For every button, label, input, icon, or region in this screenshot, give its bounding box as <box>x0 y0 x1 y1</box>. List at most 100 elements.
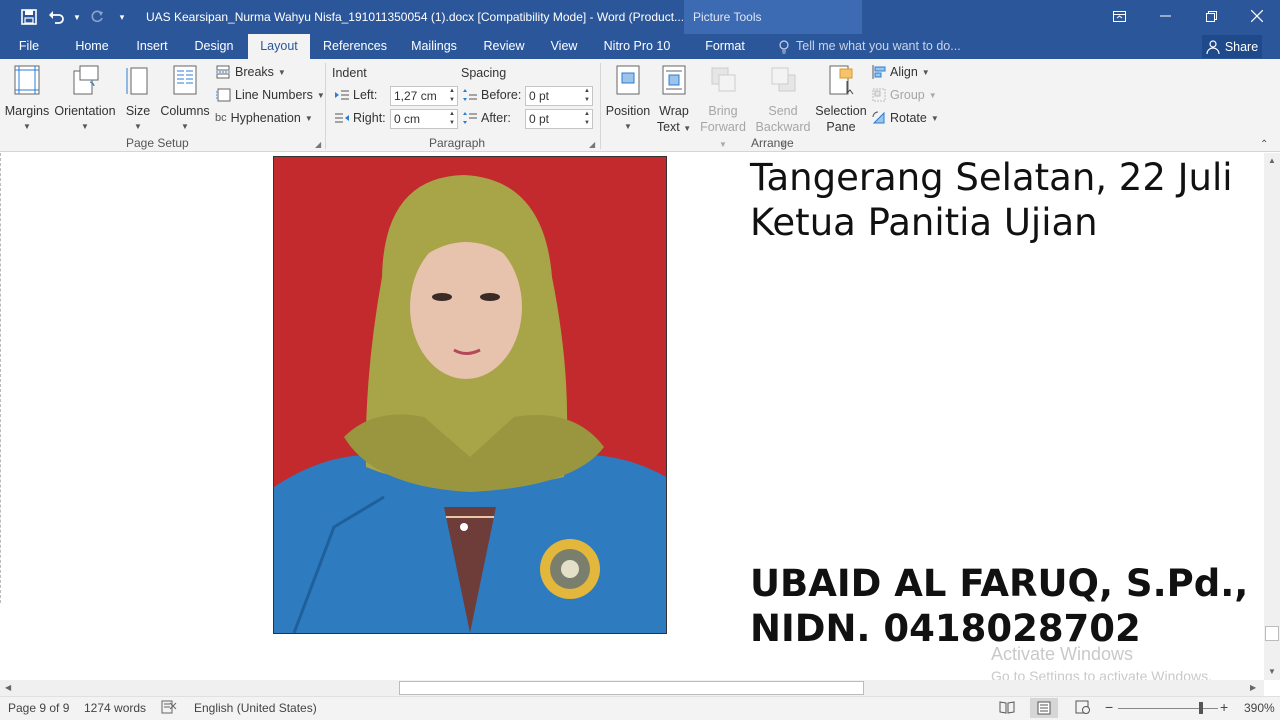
tab-file[interactable]: File <box>10 34 48 59</box>
tab-review[interactable]: Review <box>476 34 532 59</box>
wrap-text-button[interactable]: Wrap Text ▼ <box>654 65 694 137</box>
chevron-down-icon: ▼ <box>23 122 31 131</box>
language-indicator[interactable]: English (United States) <box>194 701 317 715</box>
selection-pane-label-2: Pane <box>826 120 856 134</box>
orientation-icon <box>73 65 99 95</box>
scroll-down-icon[interactable]: ▼ <box>1268 667 1276 676</box>
orientation-button[interactable]: Orientation ▼ <box>54 65 116 135</box>
line-numbers-button[interactable]: Line Numbers ▼ <box>215 88 325 102</box>
margins-button[interactable]: Margins ▼ <box>4 65 50 135</box>
redo-icon[interactable] <box>83 2 111 32</box>
proofing-icon[interactable] <box>161 700 177 717</box>
tab-nitro-pro[interactable]: Nitro Pro 10 <box>596 34 678 59</box>
group-label: Group <box>890 88 925 102</box>
tab-design[interactable]: Design <box>184 34 244 59</box>
undo-icon[interactable] <box>43 2 71 32</box>
zoom-out-icon[interactable]: − <box>1105 699 1113 715</box>
zoom-slider-thumb[interactable] <box>1199 702 1203 714</box>
position-button[interactable]: Position ▼ <box>604 65 652 135</box>
share-button[interactable]: Share <box>1202 35 1262 58</box>
ribbon-tabs: File Home Insert Design Layout Reference… <box>0 34 1280 59</box>
ribbon-display-options-icon[interactable] <box>1096 0 1142 32</box>
chevron-down-icon: ▼ <box>316 90 325 100</box>
chevron-down-icon: ▼ <box>624 122 632 131</box>
tab-references[interactable]: References <box>318 34 392 59</box>
indent-right-input[interactable]: 0 cm ▲ ▼ <box>390 109 458 129</box>
orientation-label: Orientation <box>54 104 116 118</box>
spacing-before-input[interactable]: 0 pt ▲ ▼ <box>525 86 593 106</box>
columns-button[interactable]: Columns ▼ <box>160 65 210 135</box>
group-button[interactable]: Group ▼ <box>872 88 937 102</box>
size-label: Size <box>125 104 151 118</box>
align-label: Align <box>890 65 918 79</box>
zoom-in-icon[interactable]: + <box>1220 699 1228 715</box>
minimize-icon[interactable] <box>1142 0 1188 32</box>
align-button[interactable]: Align ▼ <box>872 65 930 79</box>
selection-pane-label-1: Selection <box>815 104 867 118</box>
chevron-down-icon: ▼ <box>277 67 286 77</box>
spinner-arrows-icon[interactable]: ▲ ▼ <box>584 110 590 128</box>
spacing-after-label: After: <box>463 111 511 125</box>
doc-signatory-name[interactable]: UBAID AL FARUQ, S.Pd., <box>750 562 1248 605</box>
lightbulb-icon <box>779 39 789 53</box>
spacing-after-icon <box>463 112 477 124</box>
scroll-left-icon[interactable]: ◀ <box>5 683 11 692</box>
spinner-arrows-icon[interactable]: ▲ ▼ <box>449 110 455 128</box>
chevron-down-icon: ▼ <box>928 90 937 100</box>
paragraph-launcher-icon[interactable]: ◢ <box>589 140 595 149</box>
columns-label: Columns <box>160 104 210 118</box>
chevron-down-icon: ▼ <box>304 113 313 123</box>
rotate-button[interactable]: Rotate ▼ <box>872 111 939 125</box>
read-mode-icon[interactable] <box>999 700 1015 717</box>
size-button[interactable]: Size ▼ <box>120 65 156 135</box>
tell-me-box[interactable]: Tell me what you want to do... <box>778 34 961 59</box>
indent-left-icon <box>335 90 349 100</box>
scroll-up-icon[interactable]: ▲ <box>1268 156 1276 165</box>
spacing-after-value: 0 pt <box>529 112 550 126</box>
doc-place-date[interactable]: Tangerang Selatan, 22 Juli <box>750 156 1233 199</box>
print-layout-icon[interactable] <box>1030 698 1058 718</box>
selection-pane-button[interactable]: Selection Pane <box>814 65 868 135</box>
student-photo[interactable] <box>273 156 667 634</box>
collapse-ribbon-icon[interactable]: ⌃ <box>1260 139 1268 150</box>
indent-left-input[interactable]: 1,27 cm ▲ ▼ <box>390 86 458 106</box>
spacing-after-input[interactable]: 0 pt ▲ ▼ <box>525 109 593 129</box>
vertical-ruler <box>0 153 2 603</box>
vertical-scroll-thumb[interactable] <box>1265 626 1279 641</box>
restore-icon[interactable] <box>1188 0 1234 32</box>
tab-home[interactable]: Home <box>64 34 120 59</box>
bring-forward-label-1: Bring <box>708 104 738 118</box>
word-count[interactable]: 1274 words <box>84 701 146 715</box>
rotate-label: Rotate <box>890 111 927 125</box>
left-label-text: Left: <box>353 88 378 102</box>
spinner-arrows-icon[interactable]: ▲ ▼ <box>584 87 590 105</box>
close-icon[interactable] <box>1234 0 1280 32</box>
customize-qat-icon[interactable]: ▾ <box>111 2 133 32</box>
chevron-down-icon: ▼ <box>134 122 142 131</box>
horizontal-scroll-thumb[interactable] <box>399 681 864 695</box>
scroll-right-icon[interactable]: ▶ <box>1250 683 1256 692</box>
rotate-icon <box>872 111 885 124</box>
doc-signatory-title[interactable]: Ketua Panitia Ujian <box>750 201 1098 244</box>
bring-forward-button[interactable]: Bring Forward ▼ <box>696 65 750 153</box>
breaks-button[interactable]: Breaks ▼ <box>215 65 286 79</box>
save-icon[interactable] <box>15 2 43 32</box>
share-label: Share <box>1224 39 1259 54</box>
status-bar: Page 9 of 9 1274 words English (United S… <box>0 696 1280 720</box>
web-layout-icon[interactable] <box>1075 700 1091 717</box>
spinner-arrows-icon[interactable]: ▲ ▼ <box>449 87 455 105</box>
hyphenation-button[interactable]: bc Hyphenation ▼ <box>215 111 313 125</box>
zoom-slider[interactable] <box>1118 708 1218 709</box>
page-count[interactable]: Page 9 of 9 <box>8 701 69 715</box>
tab-view[interactable]: View <box>542 34 586 59</box>
vertical-scrollbar[interactable] <box>1264 153 1280 680</box>
tab-format[interactable]: Format <box>696 34 754 59</box>
tab-mailings[interactable]: Mailings <box>402 34 466 59</box>
tab-insert[interactable]: Insert <box>128 34 176 59</box>
breaks-icon <box>216 65 230 79</box>
tab-layout[interactable]: Layout <box>248 34 310 59</box>
page-setup-launcher-icon[interactable]: ◢ <box>315 140 321 149</box>
zoom-level[interactable]: 390% <box>1244 701 1275 715</box>
undo-dropdown-icon[interactable]: ▼ <box>71 2 83 32</box>
indent-heading: Indent <box>332 66 367 80</box>
